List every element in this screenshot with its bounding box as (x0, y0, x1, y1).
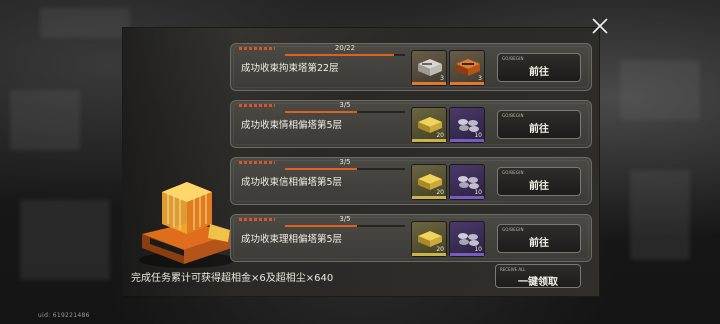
button-tag-text: RECEIVE ALL (500, 267, 526, 272)
task-progress-bar (285, 54, 405, 56)
task-row: 3/5 成功收束情相偏塔第5层 20 10 GO/BEGIN 前往 (230, 100, 592, 148)
task-progress-fill (285, 168, 357, 170)
task-tag-stripes (239, 161, 275, 164)
task-progress-count: 3/5 (339, 158, 351, 166)
rarity-bar (412, 82, 446, 85)
reward-quantity: 10 (474, 189, 482, 196)
task-progress-fill (285, 54, 395, 56)
reward-quantity: 20 (436, 246, 444, 253)
goto-button[interactable]: GO/BEGIN 前往 (497, 53, 581, 82)
reward-item-slot[interactable]: 3 (411, 50, 447, 86)
reward-item-slot[interactable]: 20 (411, 107, 447, 143)
reward-item-slot[interactable]: 3 (449, 50, 485, 86)
goto-button-label: 前往 (529, 67, 549, 78)
task-title: 成功收束情相偏塔第5层 (241, 120, 343, 131)
reward-item-slot[interactable]: 20 (411, 164, 447, 200)
task-row: 3/5 成功收束信相偏塔第5层 20 10 GO/BEGIN 前往 (230, 157, 592, 205)
task-progress-count: 3/5 (339, 215, 351, 223)
task-progress-fill (285, 225, 357, 227)
reward-item-slot[interactable]: 20 (411, 221, 447, 257)
task-title: 成功收束理相偏塔第5层 (241, 234, 343, 245)
task-tag-stripes (239, 47, 275, 50)
task-tag-stripes (239, 218, 275, 221)
reward-quantity: 10 (474, 132, 482, 139)
task-title: 成功收束信相偏塔第5层 (241, 177, 343, 188)
bg-blur-block (630, 170, 690, 260)
reward-summary-text: 完成任务累计可获得超相金×6及超相尘×640 (131, 273, 334, 284)
task-row: 20/22 成功收束拘束塔第22层 3 3 GO/BEGIN 前往 (230, 43, 592, 91)
goto-button-label: 前往 (529, 124, 549, 135)
super-phase-cube-artwork (132, 172, 242, 272)
button-tag-text: GO/BEGIN (502, 227, 524, 232)
claim-all-button[interactable]: RECEIVE ALL 一键领取 (495, 264, 581, 288)
bg-blur-block (10, 90, 80, 150)
task-progress-fill (285, 111, 357, 113)
rarity-bar (412, 196, 446, 199)
user-id-text: uid: 619221486 (38, 312, 90, 319)
task-progress-count: 20/22 (334, 44, 356, 52)
reward-quantity: 20 (436, 132, 444, 139)
close-button[interactable] (590, 16, 610, 36)
reward-quantity: 10 (474, 246, 482, 253)
bg-blur-block (20, 200, 110, 280)
rarity-bar (450, 253, 484, 256)
bg-blur-block (40, 8, 130, 38)
reward-item-slot[interactable]: 10 (449, 221, 485, 257)
goto-button[interactable]: GO/BEGIN 前往 (497, 167, 581, 196)
rarity-bar (450, 82, 484, 85)
task-progress-bar (285, 168, 405, 170)
goto-button-label: 前往 (529, 238, 549, 249)
claim-all-button-label: 一键领取 (518, 277, 558, 288)
task-progress-bar (285, 225, 405, 227)
reward-quantity: 3 (440, 75, 444, 82)
rarity-bar (412, 139, 446, 142)
rarity-bar (450, 196, 484, 199)
task-row: 3/5 成功收束理相偏塔第5层 20 10 GO/BEGIN 前往 (230, 214, 592, 262)
reward-item-slot[interactable]: 10 (449, 164, 485, 200)
button-tag-text: GO/BEGIN (502, 56, 524, 61)
button-tag-text: GO/BEGIN (502, 170, 524, 175)
bg-blur-block (620, 60, 700, 120)
reward-quantity: 20 (436, 189, 444, 196)
rarity-bar (412, 253, 446, 256)
rarity-bar (450, 139, 484, 142)
goto-button[interactable]: GO/BEGIN 前往 (497, 110, 581, 139)
task-tag-stripes (239, 104, 275, 107)
task-progress-bar (285, 111, 405, 113)
goto-button[interactable]: GO/BEGIN 前往 (497, 224, 581, 253)
button-tag-text: GO/BEGIN (502, 113, 524, 118)
task-title: 成功收束拘束塔第22层 (241, 63, 339, 74)
goto-button-label: 前往 (529, 181, 549, 192)
reward-quantity: 3 (478, 75, 482, 82)
reward-item-slot[interactable]: 10 (449, 107, 485, 143)
close-icon (592, 18, 608, 34)
task-progress-count: 3/5 (339, 101, 351, 109)
